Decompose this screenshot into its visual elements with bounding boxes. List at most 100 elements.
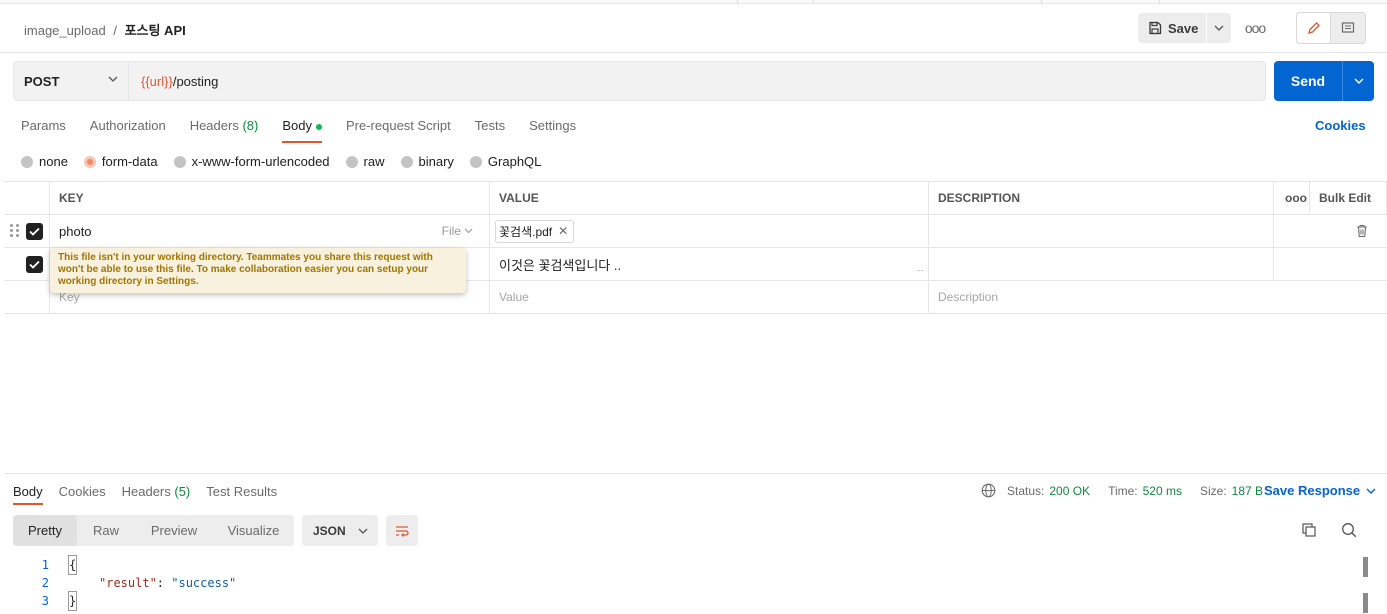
tab-tests[interactable]: Tests xyxy=(475,118,505,140)
more-actions-button[interactable]: ooo xyxy=(1243,13,1267,43)
save-options-button[interactable] xyxy=(1207,13,1231,43)
size-label: Size: xyxy=(1199,483,1227,498)
status-label: Status: xyxy=(1007,483,1045,498)
tab-pre-request-script[interactable]: Pre-request Script xyxy=(346,118,451,140)
view-preview[interactable]: Preview xyxy=(135,515,213,546)
description-cell[interactable] xyxy=(929,215,1274,247)
radio-x-www-form-urlencoded[interactable]: x-www-form-urlencoded xyxy=(173,154,330,169)
key-type-label: File xyxy=(441,224,461,238)
response-headers-count: (5) xyxy=(174,484,191,499)
chevron-down-icon xyxy=(1366,488,1376,494)
tab-params[interactable]: Params xyxy=(21,118,66,140)
method-label: POST xyxy=(24,73,60,89)
radio-label: GraphQL xyxy=(487,154,542,169)
view-visualize[interactable]: Visualize xyxy=(213,515,294,546)
code-scrollbar[interactable] xyxy=(1363,557,1368,614)
drag-handle-icon[interactable] xyxy=(10,224,20,238)
response-tab-body[interactable]: Body xyxy=(13,484,43,505)
radio-circle-selected xyxy=(83,155,96,168)
status-value[interactable]: 200 OK xyxy=(1049,484,1090,498)
tab-authorization[interactable]: Authorization xyxy=(90,118,166,140)
save-label: Save xyxy=(1168,20,1199,36)
url-input[interactable]: {{url}}/posting xyxy=(141,74,218,89)
radio-raw[interactable]: raw xyxy=(345,154,385,169)
key-cell[interactable]: photo File xyxy=(50,215,490,247)
remove-file-icon[interactable]: ✕ xyxy=(558,224,568,238)
cookies-link[interactable]: Cookies xyxy=(1315,118,1366,133)
code-line: 1 { xyxy=(13,555,1363,575)
tab-label: Body xyxy=(13,484,43,499)
response-tab-test-results[interactable]: Test Results xyxy=(206,484,277,499)
radio-none[interactable]: none xyxy=(21,154,68,169)
new-value-input[interactable]: Value xyxy=(490,281,929,313)
response-tab-cookies[interactable]: Cookies xyxy=(59,484,106,499)
save-button[interactable]: Save xyxy=(1138,13,1206,43)
view-raw[interactable]: Raw xyxy=(77,515,135,546)
table-header-row: KEY VALUE DESCRIPTION ooo Bulk Edit xyxy=(4,181,1387,215)
header-description: DESCRIPTION xyxy=(929,182,1274,214)
response-divider[interactable] xyxy=(4,473,1387,474)
radio-circle xyxy=(21,155,33,168)
breadcrumb-collection[interactable]: image_upload xyxy=(24,23,106,38)
pencil-icon xyxy=(1307,22,1320,34)
url-variable: {{url}} xyxy=(141,74,173,89)
row-enabled-checkbox[interactable] xyxy=(26,255,43,273)
radio-label: x-www-form-urlencoded xyxy=(191,154,330,169)
response-tabs: Body Cookies Headers (5) Test Results xyxy=(13,484,277,505)
tab-settings[interactable]: Settings xyxy=(529,118,576,140)
working-directory-warning-tooltip: This file isn't in your working director… xyxy=(50,248,466,293)
globe-icon[interactable] xyxy=(981,483,996,498)
tab-body[interactable]: Body xyxy=(282,118,322,143)
breadcrumb-separator: / xyxy=(113,23,117,38)
value-cell[interactable]: 이것은 꽃검색입니다 .. ... xyxy=(490,248,929,280)
line-number: 2 xyxy=(41,576,49,590)
comment-icon xyxy=(1341,22,1355,33)
description-cell[interactable] xyxy=(929,248,1274,280)
time-value[interactable]: 520 ms xyxy=(1143,484,1182,498)
view-pretty[interactable]: Pretty xyxy=(13,515,77,546)
radio-binary[interactable]: binary xyxy=(400,154,454,169)
expand-value-icon[interactable]: ... xyxy=(916,263,924,274)
body-type-radios: none form-data x-www-form-urlencoded raw… xyxy=(21,154,541,169)
copy-icon[interactable] xyxy=(1301,522,1317,538)
request-name[interactable]: 포스팅 API xyxy=(125,23,186,38)
code-text: } xyxy=(67,591,78,611)
value-cell[interactable]: 꽃검색.pdf ✕ xyxy=(490,215,929,247)
method-select[interactable]: POST xyxy=(14,62,129,100)
send-button[interactable]: Send xyxy=(1274,61,1342,101)
response-tab-headers[interactable]: Headers (5) xyxy=(122,484,191,499)
radio-circle xyxy=(345,155,358,168)
trash-icon[interactable] xyxy=(1356,224,1368,238)
chevron-down-icon xyxy=(1354,78,1363,84)
key-type-select[interactable]: File xyxy=(442,224,473,238)
file-name: 꽃검색.pdf xyxy=(499,224,553,239)
column-options-button[interactable]: ooo xyxy=(1274,182,1310,214)
value-text: 이것은 꽃검색입니다 .. xyxy=(499,257,622,273)
wrap-icon xyxy=(396,525,409,537)
code-line: 3 } xyxy=(13,591,1363,611)
row-checkbox-cell xyxy=(4,248,50,280)
request-tabs: Params Authorization Headers (8) Body Pr… xyxy=(21,118,576,143)
breadcrumb: image_upload / 포스팅 API xyxy=(24,20,186,39)
response-body-code[interactable]: 1 { 2 "result": "success" 3 } xyxy=(13,555,1363,611)
format-select[interactable]: JSON xyxy=(302,515,378,546)
new-description-input[interactable]: Description xyxy=(929,281,1274,313)
radio-label: none xyxy=(39,154,68,169)
view-mode-segment: Pretty Raw Preview Visualize xyxy=(13,515,294,546)
format-label: JSON xyxy=(313,523,346,538)
tab-headers[interactable]: Headers (8) xyxy=(190,118,259,140)
radio-graphql[interactable]: GraphQL xyxy=(469,154,542,169)
edit-mode-button[interactable] xyxy=(1297,13,1331,43)
radio-form-data[interactable]: form-data xyxy=(83,154,158,169)
row-enabled-checkbox[interactable] xyxy=(26,222,43,240)
size-value[interactable]: 187 B xyxy=(1232,484,1263,498)
tab-label: Params xyxy=(21,118,66,133)
json-value: "success" xyxy=(171,576,237,590)
comments-button[interactable] xyxy=(1331,13,1365,43)
save-response-button[interactable]: Save Response xyxy=(1264,483,1376,498)
bulk-edit-button[interactable]: Bulk Edit xyxy=(1310,182,1387,214)
chevron-down-icon xyxy=(108,76,118,82)
send-options-button[interactable] xyxy=(1342,61,1374,101)
wrap-lines-button[interactable] xyxy=(386,515,418,546)
search-icon[interactable] xyxy=(1341,522,1357,538)
